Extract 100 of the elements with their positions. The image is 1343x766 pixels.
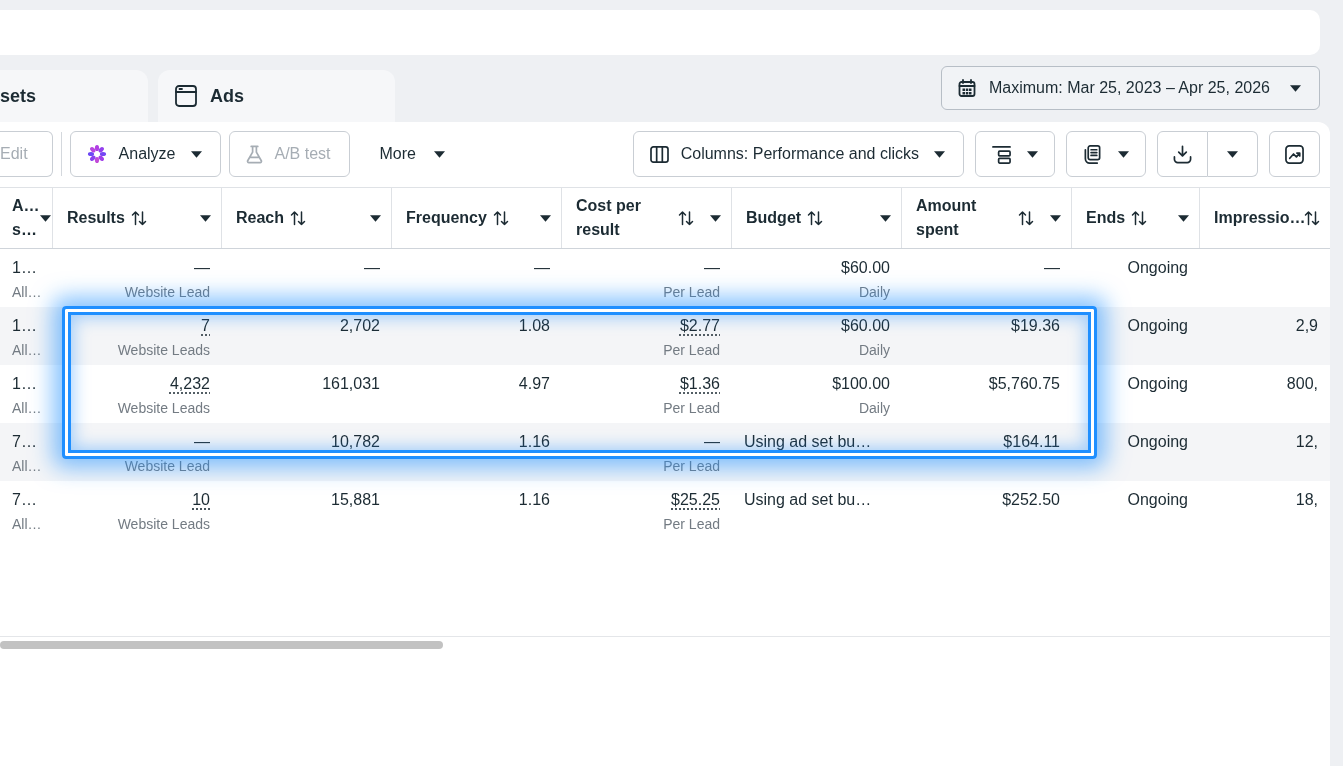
sort-icon — [1304, 210, 1320, 226]
column-header[interactable]: Frequency — [392, 188, 562, 248]
sort-icon — [290, 210, 307, 226]
cell-caption: All… — [12, 283, 42, 302]
cell-value: Ongoing — [1127, 316, 1188, 336]
cell-caption: Daily — [858, 341, 890, 360]
cell-caption: Website Leads — [117, 341, 210, 360]
sort-icon — [678, 210, 694, 226]
column-header[interactable]: Cost per result — [562, 188, 732, 248]
cell-value: 1.16 — [518, 432, 550, 452]
date-range-button[interactable]: Maximum: Mar 25, 2023 – Apr 25, 2026 — [940, 66, 1320, 110]
calendar-icon — [957, 79, 976, 97]
caret-icon — [880, 214, 891, 222]
window-icon — [175, 85, 197, 107]
caret-icon — [40, 214, 51, 222]
column-header[interactable]: Budget — [732, 188, 902, 248]
cell-link[interactable]: $25.25 — [671, 490, 720, 510]
tab[interactable]: sets — [0, 70, 148, 122]
caret-icon — [1178, 214, 1189, 222]
column-header[interactable]: Reach — [222, 188, 392, 248]
caret-icon — [190, 150, 202, 158]
cell-caption: Website Lead — [124, 457, 210, 476]
cell-value: — — [364, 258, 380, 278]
cell-value: $164.11 — [1003, 432, 1060, 452]
cell-value: $252.50 — [1002, 490, 1060, 510]
columns-button[interactable]: Columns: Performance and clicks — [632, 131, 964, 177]
cell-value: 10,782 — [331, 432, 380, 452]
tab[interactable]: Ads — [158, 70, 395, 122]
cell-value: $5,760.75 — [988, 374, 1060, 394]
reports-button[interactable] — [1066, 131, 1146, 177]
caret-icon — [200, 214, 211, 222]
cell-caption: Per Lead — [663, 399, 720, 418]
cell-caption: Daily — [858, 283, 890, 302]
sparkle-icon — [86, 144, 107, 164]
flask-icon — [245, 144, 263, 164]
cell-text: Using ad set bu… — [744, 490, 872, 510]
export-button[interactable] — [1157, 131, 1208, 177]
cell-text: 1… — [12, 316, 37, 336]
breakdown-button[interactable] — [975, 131, 1055, 177]
cell-caption: All… — [12, 457, 42, 476]
cell-link[interactable]: 4,232 — [169, 374, 210, 394]
cell-value: — — [704, 432, 720, 452]
chart-button[interactable] — [1269, 131, 1320, 177]
cell-value: — — [194, 432, 210, 452]
sort-icon — [1018, 210, 1034, 226]
cell-value: $60.00 — [841, 258, 890, 278]
cell-caption: Per Lead — [663, 283, 720, 302]
cell-text: 1… — [12, 258, 37, 278]
caret-icon — [434, 150, 445, 158]
cell-link[interactable]: 7 — [201, 316, 210, 336]
caret-icon — [1027, 150, 1038, 158]
documents-icon — [1083, 144, 1102, 164]
cell-text: 1… — [12, 374, 37, 394]
cell-value: 161,031 — [322, 374, 380, 394]
caret-icon — [1290, 84, 1301, 92]
caret-icon — [1050, 214, 1061, 222]
sort-icon — [130, 210, 147, 226]
cell-value: 1.16 — [518, 490, 550, 510]
cell-value: Ongoing — [1127, 258, 1188, 278]
cell-caption: Per Lead — [663, 457, 720, 476]
column-header[interactable]: A… s… — [0, 188, 53, 248]
caret-icon — [1118, 150, 1129, 158]
cell-text: 7… — [12, 490, 37, 510]
sort-icon — [807, 210, 824, 226]
cell-value: 18, — [1295, 490, 1318, 510]
cell-value: — — [534, 258, 550, 278]
cell-text: Using ad set bu… — [744, 432, 872, 452]
cell-caption: Daily — [858, 399, 890, 418]
cell-link[interactable]: 10 — [192, 490, 210, 510]
cell-caption: Per Lead — [663, 341, 720, 360]
cell-value: 1.08 — [518, 316, 550, 336]
column-header[interactable]: Amount spent — [902, 188, 1072, 248]
bars-icon — [992, 144, 1011, 164]
caret-icon — [934, 150, 945, 158]
cell-value: — — [1044, 258, 1060, 278]
cell-value: 4.97 — [518, 374, 550, 394]
cell-value: — — [704, 258, 720, 278]
cell-value: 2,9 — [1295, 316, 1318, 336]
horizontal-scrollbar[interactable] — [0, 641, 443, 649]
analyze-button[interactable]: Analyze — [69, 131, 221, 177]
sort-icon — [1131, 210, 1148, 226]
cell-link[interactable]: $1.36 — [679, 374, 720, 394]
column-header[interactable]: Ends — [1072, 188, 1200, 248]
cell-value: Ongoing — [1127, 374, 1188, 394]
caret-icon — [540, 214, 551, 222]
cell-caption: Website Leads — [117, 399, 210, 418]
caret-icon — [1227, 150, 1238, 158]
column-header[interactable]: Results — [53, 188, 222, 248]
column-header[interactable]: Impressio… — [1200, 188, 1330, 248]
cell-link[interactable]: $2.77 — [679, 316, 720, 336]
cell-value: $19.36 — [1011, 316, 1060, 336]
cell-caption: Per Lead — [663, 515, 720, 534]
columns-icon — [649, 145, 669, 163]
cell-caption: All… — [12, 341, 42, 360]
cell-value: $100.00 — [832, 374, 890, 394]
chart-icon — [1285, 144, 1304, 164]
cell-value: 12, — [1295, 432, 1318, 452]
cell-value: 800, — [1286, 374, 1318, 394]
cell-caption: Website Leads — [117, 515, 210, 534]
caret-icon — [710, 214, 721, 222]
